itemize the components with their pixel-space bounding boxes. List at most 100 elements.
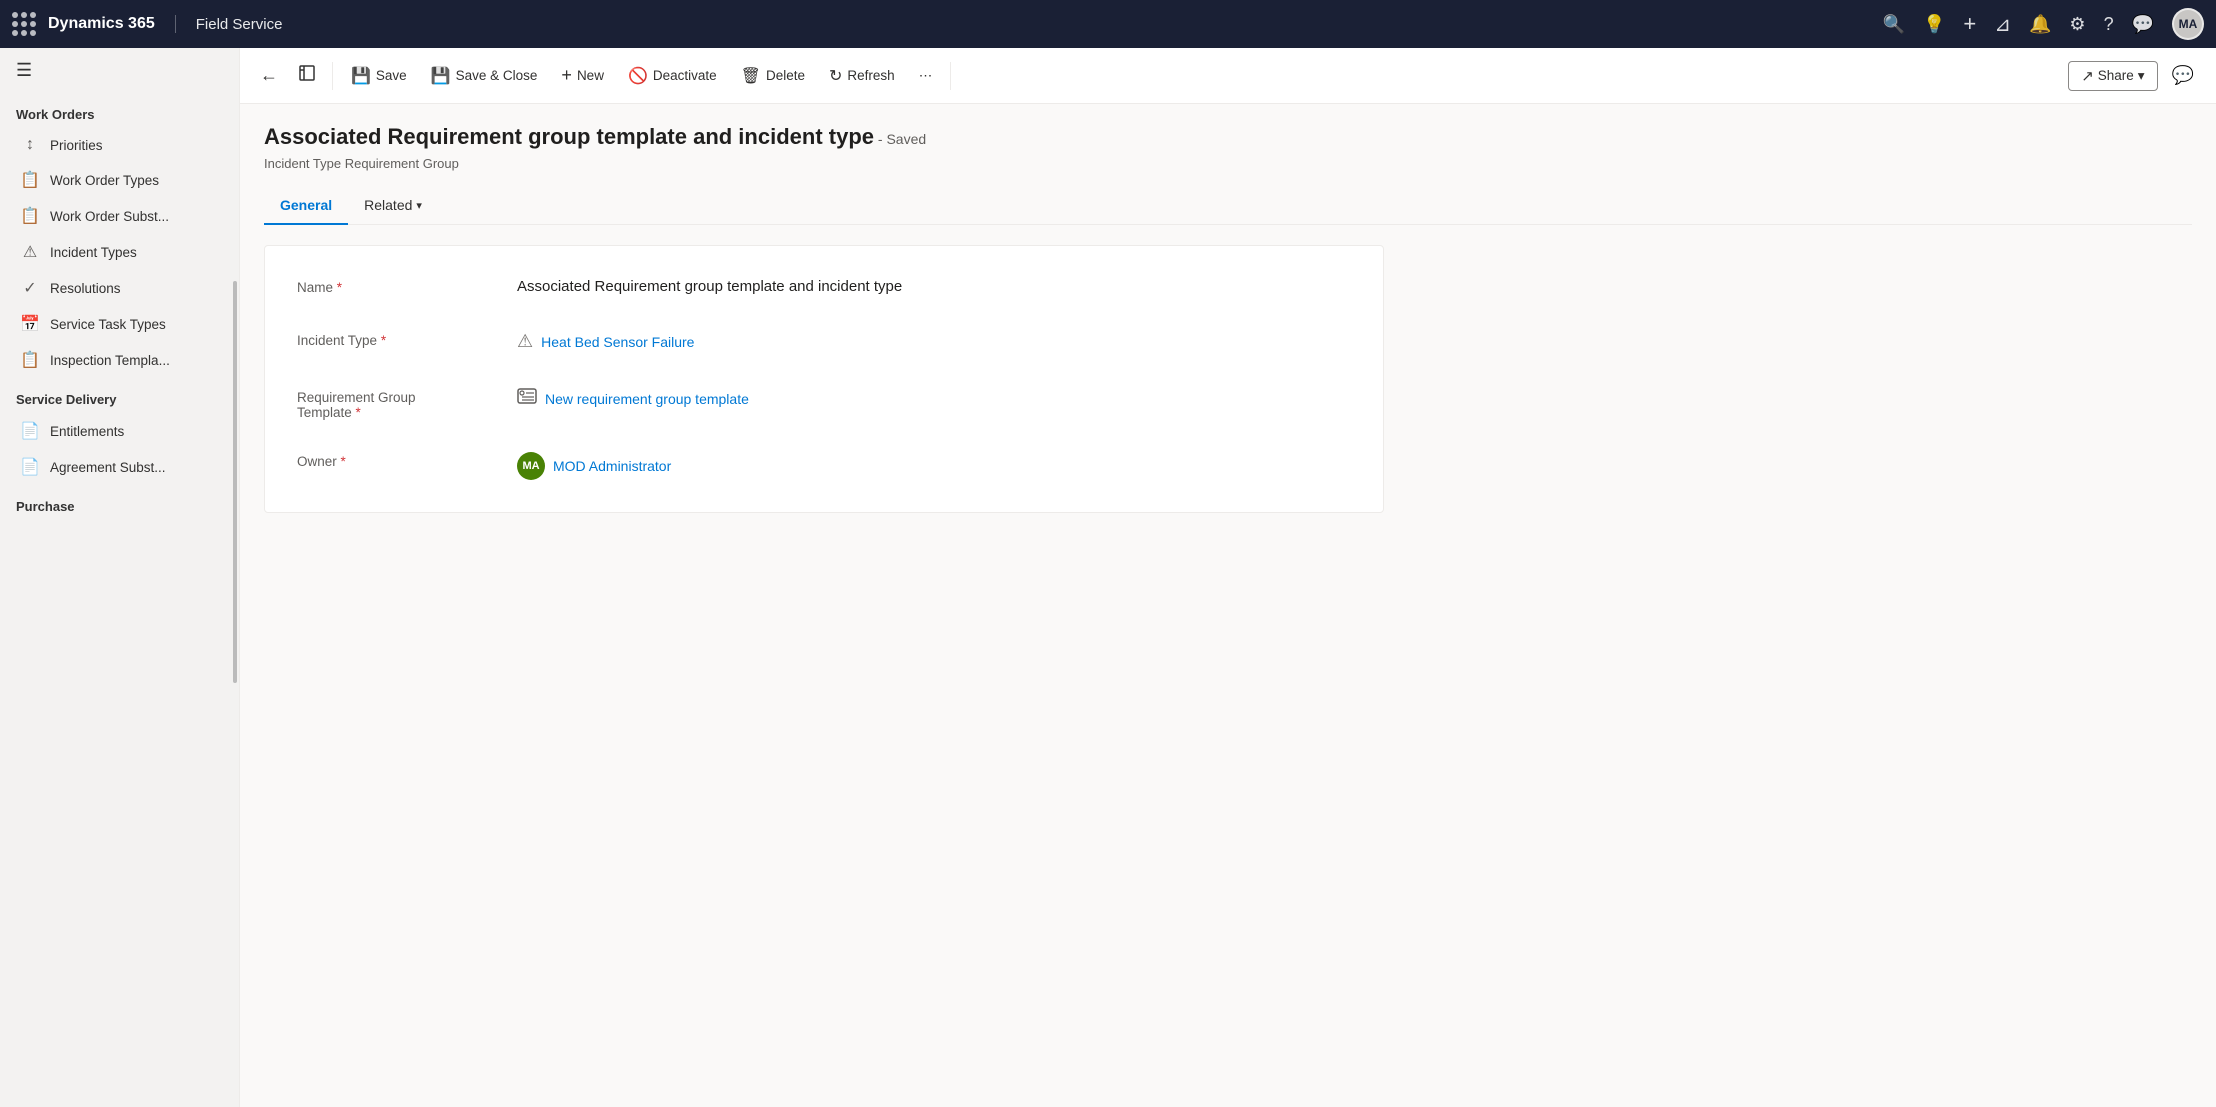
main-layout: ☰ Work Orders ↕ Priorities 📋 Work Order …: [0, 48, 2216, 1107]
record-title: Associated Requirement group template an…: [264, 124, 874, 149]
owner-avatar: MA: [517, 452, 545, 480]
sidebar-item-label: Entitlements: [50, 424, 124, 439]
share-button[interactable]: ↗ Share ▾: [2068, 61, 2157, 91]
sidebar-item-label: Priorities: [50, 138, 103, 153]
field-req-group-label: Requirement GroupTemplate: [297, 384, 517, 420]
sidebar-item-inspection-templa[interactable]: 📋 Inspection Templa...: [4, 342, 235, 378]
sidebar-section-purchase: Purchase: [0, 485, 239, 520]
delete-icon: 🗑: [741, 66, 761, 86]
record-subtitle: Incident Type Requirement Group: [264, 156, 2192, 171]
work-order-types-icon: 📋: [20, 170, 40, 190]
hamburger-menu[interactable]: ☰: [0, 48, 239, 93]
chat-button[interactable]: 💬: [2162, 59, 2204, 92]
sidebar-item-label: Inspection Templa...: [50, 353, 170, 368]
toolbar: ← 💾 Save 💾 Save & Close + New 🚫: [240, 48, 2216, 104]
search-icon[interactable]: 🔍: [1883, 14, 1905, 35]
field-incident-type-text: Heat Bed Sensor Failure: [541, 334, 694, 350]
agreement-subst-icon: 📄: [20, 457, 40, 477]
sidebar-item-label: Incident Types: [50, 245, 137, 260]
tab-related[interactable]: Related ▾: [348, 187, 438, 225]
field-req-group-value[interactable]: New requirement group template: [517, 384, 1351, 413]
settings-icon[interactable]: ⚙: [2069, 14, 2085, 35]
avatar[interactable]: MA: [2172, 8, 2204, 40]
content-area: ← 💾 Save 💾 Save & Close + New 🚫: [240, 48, 2216, 1107]
more-button[interactable]: ⋯: [909, 62, 943, 90]
toolbar-separator-2: [950, 62, 951, 90]
field-name-row: Name Associated Requirement group templa…: [297, 274, 1351, 299]
field-name-text: Associated Requirement group template an…: [517, 278, 902, 295]
field-name-label: Name: [297, 274, 517, 295]
sidebar-item-priorities[interactable]: ↕ Priorities: [4, 128, 235, 162]
new-icon: +: [561, 65, 572, 86]
record-saved-status: - Saved: [878, 131, 926, 147]
form-card: Name Associated Requirement group templa…: [264, 245, 1384, 513]
resolutions-icon: ✓: [20, 278, 40, 298]
more-label: ⋯: [919, 68, 933, 84]
field-incident-type-row: Incident Type ⚠ Heat Bed Sensor Failure: [297, 327, 1351, 356]
app-launcher-icon[interactable]: [12, 12, 36, 36]
refresh-icon: ↻: [829, 66, 842, 86]
record-title-row: Associated Requirement group template an…: [264, 124, 2192, 150]
field-incident-type-label: Incident Type: [297, 327, 517, 348]
sidebar-item-label: Resolutions: [50, 281, 121, 296]
warning-icon: ⚠: [517, 331, 533, 352]
share-icon: ↗: [2081, 67, 2094, 85]
top-navigation: Dynamics 365 Field Service 🔍 💡 + ⊿ 🔔 ⚙ ?…: [0, 0, 2216, 48]
share-dropdown-icon: ▾: [2138, 68, 2145, 84]
deactivate-icon: 🚫: [628, 66, 648, 86]
sidebar-section-service-delivery: Service Delivery: [0, 378, 239, 413]
service-task-types-icon: 📅: [20, 314, 40, 334]
idea-icon[interactable]: 💡: [1923, 14, 1945, 35]
scrollbar[interactable]: [233, 281, 237, 683]
save-close-button[interactable]: 💾 Save & Close: [421, 60, 548, 92]
sidebar-item-label: Service Task Types: [50, 317, 166, 332]
sidebar-section-work-orders: Work Orders: [0, 93, 239, 128]
field-owner-label: Owner: [297, 448, 517, 469]
field-owner-value[interactable]: MA MOD Administrator: [517, 448, 1351, 484]
refresh-button[interactable]: ↻ Refresh: [819, 60, 905, 92]
app-name: Field Service: [196, 16, 1883, 33]
save-icon: 💾: [351, 66, 371, 86]
filter-icon[interactable]: ⊿: [1994, 12, 2011, 37]
save-label: Save: [376, 68, 407, 83]
add-icon[interactable]: +: [1963, 11, 1976, 37]
expand-button[interactable]: [290, 58, 324, 93]
sidebar: ☰ Work Orders ↕ Priorities 📋 Work Order …: [0, 48, 240, 1107]
sidebar-item-label: Agreement Subst...: [50, 460, 166, 475]
sidebar-item-agreement-subst[interactable]: 📄 Agreement Subst...: [4, 449, 235, 485]
sidebar-item-work-order-types[interactable]: 📋 Work Order Types: [4, 162, 235, 198]
incident-types-icon: ⚠: [20, 242, 40, 262]
field-incident-type-value[interactable]: ⚠ Heat Bed Sensor Failure: [517, 327, 1351, 356]
refresh-label: Refresh: [847, 68, 894, 83]
toolbar-separator-1: [332, 62, 333, 90]
sidebar-item-work-order-subst[interactable]: 📋 Work Order Subst...: [4, 198, 235, 234]
sidebar-item-label: Work Order Types: [50, 173, 159, 188]
sidebar-item-incident-types[interactable]: ⚠ Incident Types: [4, 234, 235, 270]
delete-button[interactable]: 🗑 Delete: [731, 60, 815, 92]
new-label: New: [577, 68, 604, 83]
delete-label: Delete: [766, 68, 805, 83]
new-button[interactable]: + New: [551, 59, 614, 92]
sidebar-item-entitlements[interactable]: 📄 Entitlements: [4, 413, 235, 449]
save-close-label: Save & Close: [456, 68, 538, 83]
share-label: Share: [2098, 68, 2134, 83]
save-button[interactable]: 💾 Save: [341, 60, 417, 92]
req-group-svg: [517, 388, 537, 404]
chevron-down-icon: ▾: [416, 199, 422, 212]
sidebar-item-label: Work Order Subst...: [50, 209, 169, 224]
field-req-group-row: Requirement GroupTemplate New requir: [297, 384, 1351, 420]
field-owner-text: MOD Administrator: [553, 458, 671, 474]
sidebar-item-resolutions[interactable]: ✓ Resolutions: [4, 270, 235, 306]
priorities-icon: ↕: [20, 136, 40, 154]
bell-icon[interactable]: 🔔: [2029, 14, 2051, 35]
chat-icon[interactable]: 💬: [2132, 14, 2154, 35]
back-button[interactable]: ←: [252, 59, 286, 92]
help-icon[interactable]: ?: [2104, 14, 2114, 35]
top-nav-icons: 🔍 💡 + ⊿ 🔔 ⚙ ? 💬 MA: [1883, 8, 2204, 40]
record-area: Associated Requirement group template an…: [240, 104, 2216, 1107]
tab-general[interactable]: General: [264, 187, 348, 225]
field-owner-row: Owner MA MOD Administrator: [297, 448, 1351, 484]
sidebar-item-service-task-types[interactable]: 📅 Service Task Types: [4, 306, 235, 342]
deactivate-button[interactable]: 🚫 Deactivate: [618, 60, 727, 92]
tab-related-label: Related: [364, 197, 412, 213]
